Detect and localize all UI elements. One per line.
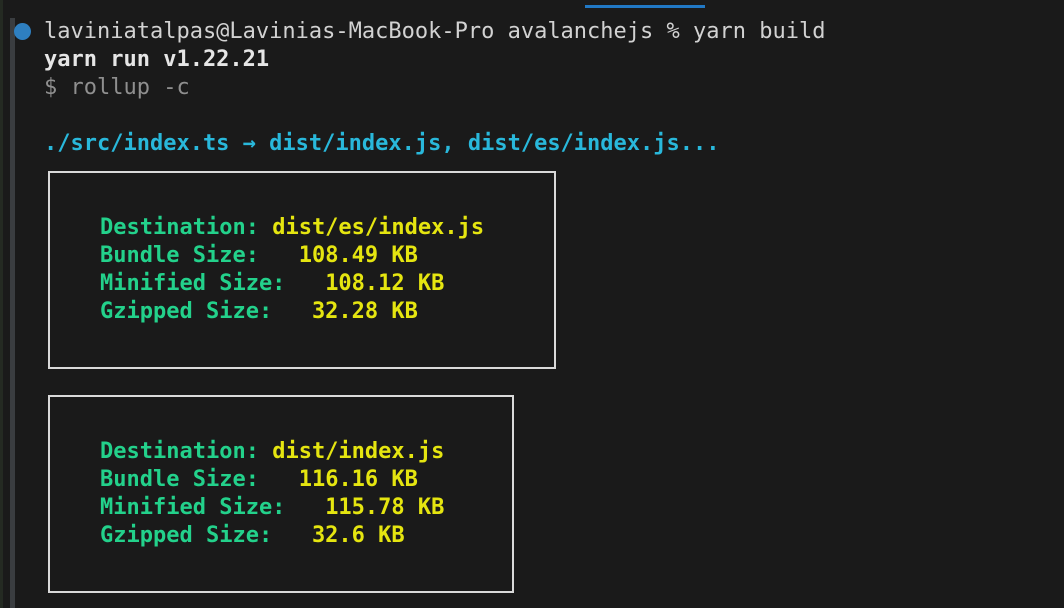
field-label: Gzipped Size: bbox=[100, 299, 272, 324]
field-value: dist/index.js bbox=[272, 439, 444, 464]
field-label: Destination: bbox=[100, 215, 259, 240]
terminal-gutter-bar bbox=[10, 18, 15, 608]
terminal-panel[interactable]: laviniatalpas@Lavinias-MacBook-Pro avala… bbox=[0, 0, 1064, 608]
field-separator bbox=[259, 215, 272, 240]
shell-prompt-line: laviniatalpas@Lavinias-MacBook-Pro avala… bbox=[44, 18, 825, 46]
rollup-build-targets-line: ./src/index.ts → dist/index.js, dist/es/… bbox=[44, 130, 720, 158]
field-value: 116.16 KB bbox=[299, 467, 418, 492]
bundle-report-box-cjs: Destination: dist/index.js Bundle Size: … bbox=[48, 395, 514, 593]
active-tab-indicator[interactable] bbox=[585, 5, 705, 8]
field-value: 32.28 KB bbox=[312, 299, 418, 324]
bundle-row-destination: Destination: dist/es/index.js bbox=[100, 214, 484, 242]
field-separator bbox=[272, 523, 312, 548]
field-value: 108.12 KB bbox=[325, 271, 444, 296]
field-label: Gzipped Size: bbox=[100, 523, 272, 548]
bundle-row-minified-size: Minified Size: 115.78 KB bbox=[100, 494, 444, 522]
field-label: Minified Size: bbox=[100, 495, 285, 520]
field-label: Bundle Size: bbox=[100, 467, 259, 492]
rollup-command-line: $ rollup -c bbox=[44, 74, 190, 102]
field-separator bbox=[285, 271, 325, 296]
field-separator bbox=[259, 467, 299, 492]
field-label: Destination: bbox=[100, 439, 259, 464]
bundle-row-gzipped-size: Gzipped Size: 32.6 KB bbox=[100, 522, 405, 550]
bundle-row-bundle-size: Bundle Size: 116.16 KB bbox=[100, 466, 418, 494]
field-value: 115.78 KB bbox=[325, 495, 444, 520]
panel-left-edge bbox=[0, 0, 3, 608]
field-separator bbox=[285, 495, 325, 520]
bundle-row-destination: Destination: dist/index.js bbox=[100, 438, 444, 466]
field-label: Minified Size: bbox=[100, 271, 285, 296]
command-decoration-icon[interactable] bbox=[14, 23, 31, 40]
field-separator bbox=[259, 243, 299, 268]
bundle-report-box-es: Destination: dist/es/index.js Bundle Siz… bbox=[48, 171, 556, 369]
field-value: 32.6 KB bbox=[312, 523, 405, 548]
bundle-row-minified-size: Minified Size: 108.12 KB bbox=[100, 270, 444, 298]
bundle-row-bundle-size: Bundle Size: 108.49 KB bbox=[100, 242, 418, 270]
field-separator bbox=[259, 439, 272, 464]
field-label: Bundle Size: bbox=[100, 243, 259, 268]
bundle-row-gzipped-size: Gzipped Size: 32.28 KB bbox=[100, 298, 418, 326]
field-separator bbox=[272, 299, 312, 324]
yarn-version-line: yarn run v1.22.21 bbox=[44, 46, 269, 74]
field-value: dist/es/index.js bbox=[272, 215, 484, 240]
field-value: 108.49 KB bbox=[299, 243, 418, 268]
